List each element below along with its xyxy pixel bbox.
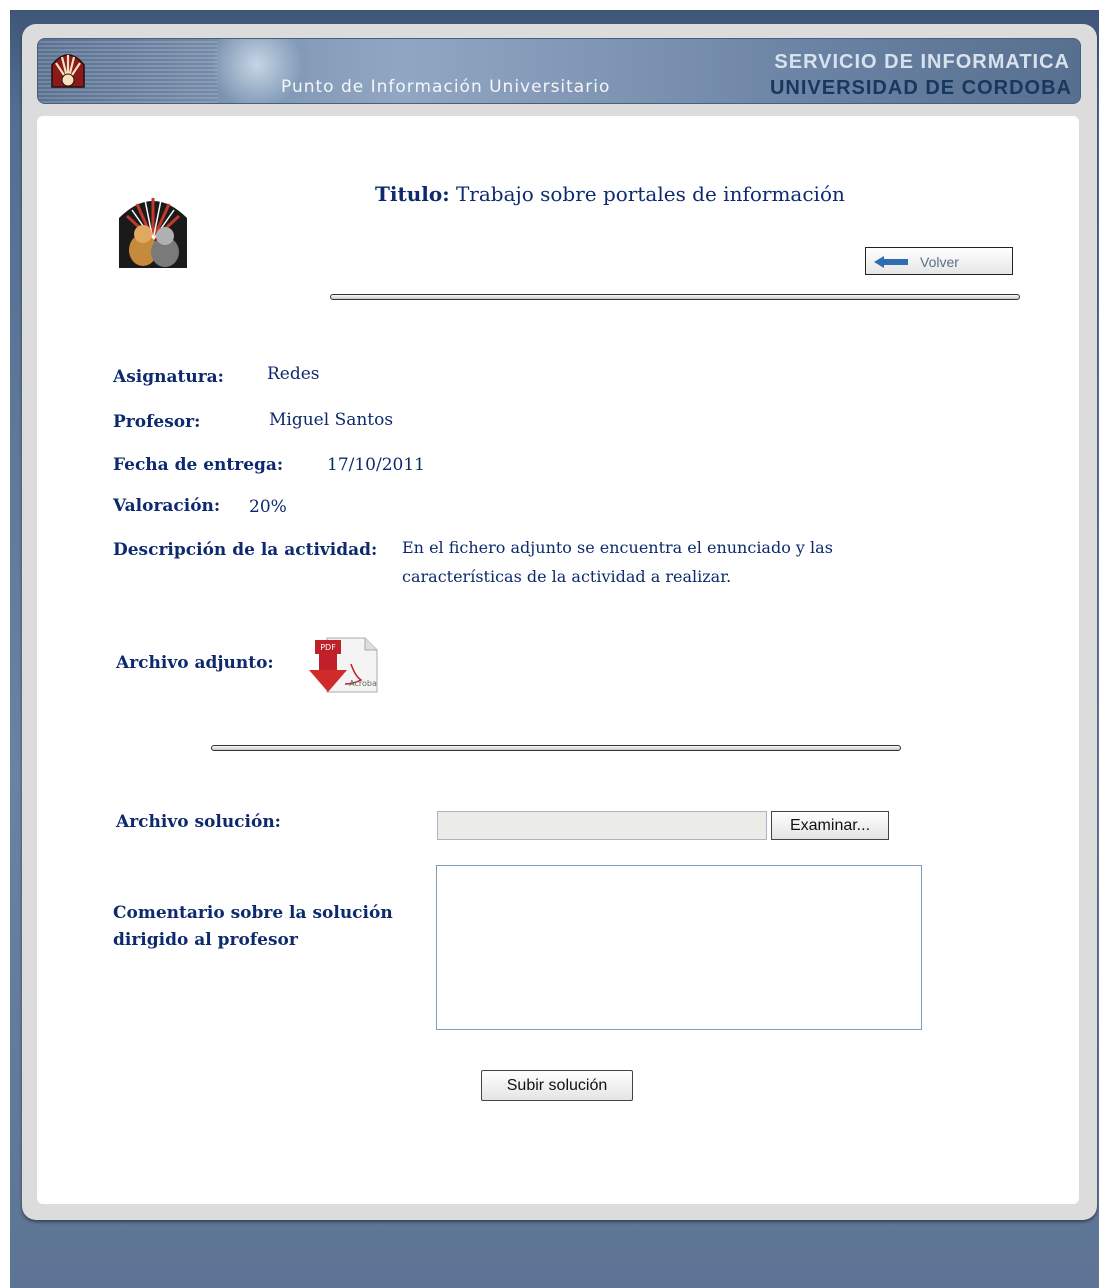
divider — [211, 745, 901, 751]
pdf-download-icon[interactable]: PDF Acroba — [305, 634, 381, 696]
header-banner: Punto de Información Universitario SERVI… — [37, 38, 1081, 104]
subject-label: Asignatura: — [113, 367, 224, 387]
description-line-2: características de la actividad a realiz… — [402, 567, 732, 586]
due-date-value: 17/10/2011 — [327, 455, 425, 475]
submit-solution-button[interactable]: Subir solución — [481, 1070, 633, 1101]
back-button-label: Volver — [920, 254, 959, 270]
solution-file-input[interactable] — [437, 811, 767, 840]
university-name: UNIVERSIDAD DE CORDOBA — [769, 77, 1072, 99]
service-name: SERVICIO DE INFORMATICA — [774, 51, 1070, 73]
title-value: Trabajo sobre portales de información — [455, 182, 845, 206]
university-crest-icon — [51, 54, 85, 88]
header-subtitle: Punto de Información Universitario — [281, 77, 611, 97]
teacher-value: Miguel Santos — [269, 410, 394, 430]
weight-label: Valoración: — [113, 496, 221, 516]
solution-file-label: Archivo solución: — [116, 812, 281, 832]
pdf-acrobat-text: Acroba — [349, 679, 377, 688]
back-button[interactable]: Volver — [865, 247, 1013, 275]
description-line-1: En el fichero adjunto se encuentra el en… — [402, 538, 833, 557]
comment-textarea[interactable] — [436, 865, 922, 1030]
pdf-badge-text: PDF — [320, 643, 336, 652]
weight-value: 20% — [249, 497, 287, 517]
due-date-label: Fecha de entrega: — [113, 455, 284, 475]
comment-label-line-1: Comentario sobre la solución — [113, 903, 393, 923]
title-label: Titulo: — [375, 182, 450, 206]
subject-value: Redes — [267, 364, 320, 384]
content-card: Titulo: Trabajo sobre portales de inform… — [37, 116, 1079, 1204]
attachment-label: Archivo adjunto: — [116, 653, 274, 673]
users-crest-icon — [119, 198, 187, 268]
comment-label-line-2: dirigido al profesor — [113, 930, 298, 950]
browse-button[interactable]: Examinar... — [771, 811, 889, 840]
activity-title: Titulo: Trabajo sobre portales de inform… — [375, 182, 845, 206]
back-arrow-icon — [874, 256, 908, 268]
teacher-label: Profesor: — [113, 412, 201, 432]
description-label: Descripción de la actividad: — [113, 540, 378, 560]
divider — [330, 294, 1020, 300]
